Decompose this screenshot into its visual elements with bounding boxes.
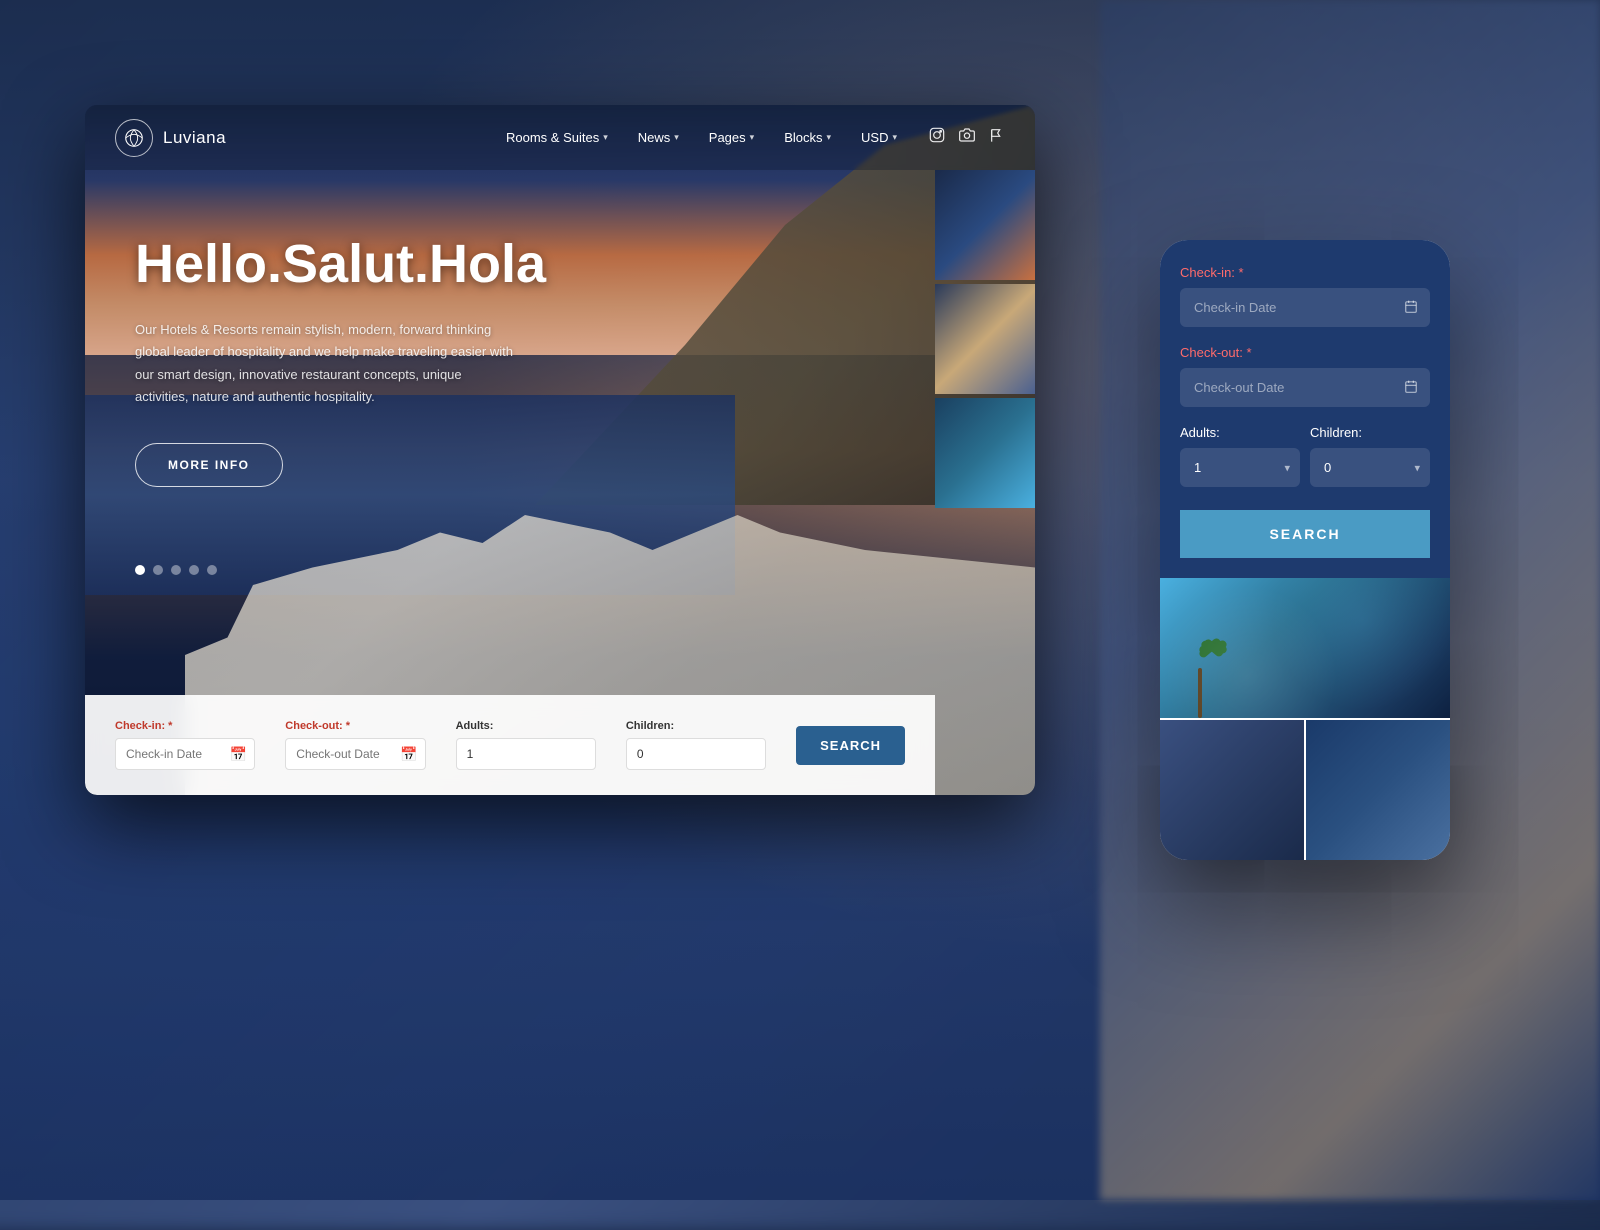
nav-news-label: News <box>638 130 671 145</box>
thumbnail-3[interactable] <box>935 398 1035 508</box>
checkout-required: * <box>343 720 350 732</box>
logo-area: Luviana <box>115 119 226 157</box>
nav-usd[interactable]: USD ▾ <box>849 124 909 151</box>
nav-usd-label: USD <box>861 130 888 145</box>
desktop-booking-bar: Check-in: * 📅 Check-out: * 📅 Adults: <box>85 695 935 795</box>
mobile-mockup: Check-in: * Check-ou <box>1160 240 1450 860</box>
carousel-dot-3[interactable] <box>171 565 181 575</box>
mobile-form: Check-in: * Check-ou <box>1160 240 1450 578</box>
mobile-children-label: Children: <box>1310 425 1430 440</box>
desktop-mockup: Luviana Rooms & Suites ▾ News ▾ Pages ▾ … <box>85 105 1035 795</box>
hero-description: Our Hotels & Resorts remain stylish, mod… <box>135 319 515 407</box>
chevron-down-icon: ▾ <box>1284 461 1290 474</box>
logo-icon <box>115 119 153 157</box>
mobile-checkout-wrap <box>1180 368 1430 407</box>
mobile-children-select[interactable]: 0 1 2 <box>1310 448 1430 487</box>
navbar: Luviana Rooms & Suites ▾ News ▾ Pages ▾ … <box>85 105 1035 170</box>
checkout-input-wrap: 📅 <box>285 738 425 770</box>
mobile-calendar-icon-2 <box>1404 379 1418 396</box>
checkout-label: Check-out: * <box>285 720 425 732</box>
hero-title: Hello.Salut.Hola <box>135 235 685 294</box>
nav-pages-label: Pages <box>709 130 746 145</box>
checkin-required: * <box>165 720 172 732</box>
more-info-button[interactable]: MORE INFO <box>135 443 283 487</box>
thumbnail-2[interactable] <box>935 284 1035 394</box>
camera-icon[interactable] <box>959 127 975 148</box>
mobile-calendar-icon <box>1404 299 1418 316</box>
adults-label: Adults: <box>456 720 596 732</box>
thumbnail-strip <box>935 170 1035 595</box>
checkin-field: Check-in: * 📅 <box>115 720 255 770</box>
logo-text: Luviana <box>163 128 226 148</box>
children-select-wrap: 0 1 2 3 <box>626 738 766 770</box>
children-field: Children: 0 1 2 3 <box>626 720 766 770</box>
mobile-checkin-field: Check-in: * <box>1180 265 1430 327</box>
children-label: Children: <box>626 720 766 732</box>
adults-field: Adults: 1 2 3 4 <box>456 720 596 770</box>
mobile-checkout-label: Check-out: * <box>1180 345 1430 360</box>
mobile-adults-field: Adults: 1 2 3 ▾ <box>1180 425 1300 487</box>
mobile-search-button[interactable]: SEARCH <box>1180 510 1430 558</box>
nav-pages[interactable]: Pages ▾ <box>697 124 766 151</box>
children-select[interactable]: 0 1 2 3 <box>626 738 766 770</box>
scene: Luviana Rooms & Suites ▾ News ▾ Pages ▾ … <box>0 0 1600 1200</box>
calendar-icon: 📅 <box>230 746 247 763</box>
mobile-adults-select[interactable]: 1 2 3 <box>1180 448 1300 487</box>
mobile-checkin-label: Check-in: * <box>1180 265 1430 280</box>
mobile-checkout-required: * <box>1243 345 1252 360</box>
mobile-image-area <box>1160 578 1450 860</box>
mobile-adults-wrap: 1 2 3 ▾ <box>1180 448 1300 487</box>
palm-tree-decoration <box>1180 638 1220 718</box>
mobile-adults-label: Adults: <box>1180 425 1300 440</box>
mobile-guests-row: Adults: 1 2 3 ▾ Children: 0 <box>1180 425 1430 505</box>
nav-links: Rooms & Suites ▾ News ▾ Pages ▾ Blocks ▾… <box>494 124 909 151</box>
nav-blocks-label: Blocks <box>784 130 822 145</box>
checkin-input-wrap: 📅 <box>115 738 255 770</box>
chevron-down-icon: ▾ <box>1414 461 1420 474</box>
mobile-checkin-required: * <box>1235 265 1244 280</box>
checkout-field: Check-out: * 📅 <box>285 720 425 770</box>
mobile-image-room <box>1160 720 1304 860</box>
thumbnail-1[interactable] <box>935 170 1035 280</box>
hero-content: Hello.Salut.Hola Our Hotels & Resorts re… <box>135 235 685 487</box>
nav-news[interactable]: News ▾ <box>626 124 691 151</box>
flag-icon[interactable] <box>989 127 1005 148</box>
carousel-dot-2[interactable] <box>153 565 163 575</box>
carousel-dot-5[interactable] <box>207 565 217 575</box>
calendar-icon: 📅 <box>400 746 417 763</box>
checkin-label: Check-in: * <box>115 720 255 732</box>
mobile-checkout-field: Check-out: * <box>1180 345 1430 407</box>
chevron-down-icon: ▾ <box>750 132 755 143</box>
carousel-dots <box>135 565 217 575</box>
chevron-down-icon: ▾ <box>674 132 679 143</box>
nav-social-icons <box>929 127 1005 148</box>
mobile-image-pool <box>1160 578 1450 718</box>
mobile-checkin-input[interactable] <box>1180 288 1430 327</box>
mobile-checkin-wrap <box>1180 288 1430 327</box>
adults-select[interactable]: 1 2 3 4 <box>456 738 596 770</box>
desktop-search-button[interactable]: SEARCH <box>796 726 905 765</box>
mobile-children-wrap: 0 1 2 ▾ <box>1310 448 1430 487</box>
nav-rooms-suites-label: Rooms & Suites <box>506 130 599 145</box>
mobile-children-field: Children: 0 1 2 ▾ <box>1310 425 1430 487</box>
mobile-checkout-input[interactable] <box>1180 368 1430 407</box>
chevron-down-icon: ▾ <box>826 132 831 143</box>
nav-blocks[interactable]: Blocks ▾ <box>772 124 843 151</box>
carousel-dot-1[interactable] <box>135 565 145 575</box>
adults-select-wrap: 1 2 3 4 <box>456 738 596 770</box>
carousel-dot-4[interactable] <box>189 565 199 575</box>
chevron-down-icon: ▾ <box>603 132 608 143</box>
mobile-image-view <box>1306 720 1450 860</box>
instagram-icon[interactable] <box>929 127 945 148</box>
nav-rooms-suites[interactable]: Rooms & Suites ▾ <box>494 124 620 151</box>
chevron-down-icon: ▾ <box>892 132 897 143</box>
